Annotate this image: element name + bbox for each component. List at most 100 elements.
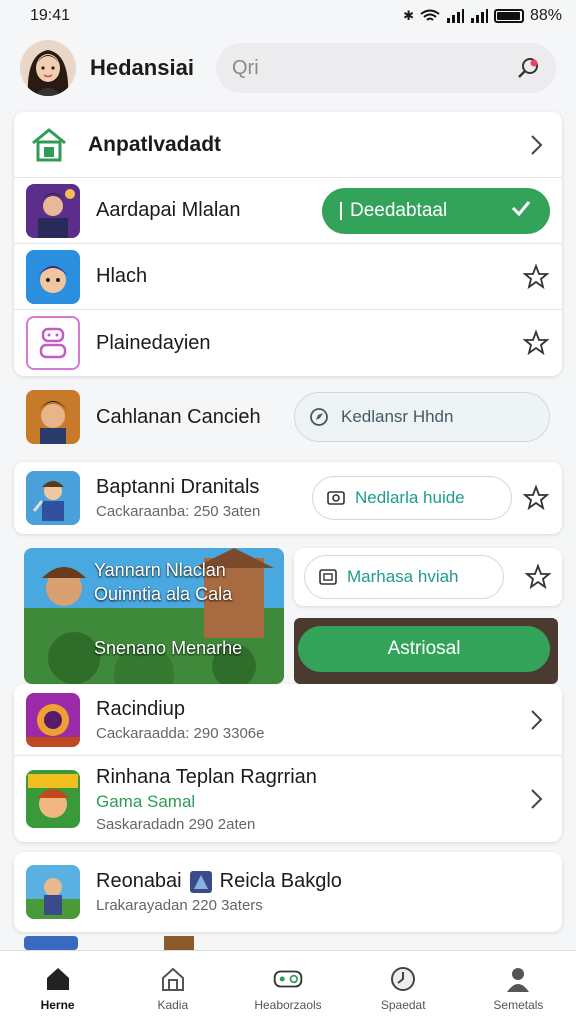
item-title: Racindiup <box>96 697 185 720</box>
banner-caption: Snenano Menarhe <box>94 638 243 658</box>
list-item-aardapai[interactable]: Aardapai Mlalan Deedabtaal <box>14 178 562 244</box>
battery-icon <box>493 9 524 23</box>
item-title: Baptanni Dranitals <box>96 476 260 498</box>
star-icon[interactable] <box>522 484 550 512</box>
star-icon[interactable] <box>522 329 550 357</box>
game-thumbnail <box>26 692 80 747</box>
item-title-2: Reicla Bakglo <box>219 870 342 892</box>
partial-list-item <box>24 936 194 950</box>
item-subtitle: Saskaradadn 290 2aten <box>96 815 256 833</box>
install-button[interactable]: Astriosal <box>298 626 550 672</box>
nav-label: Kadia <box>157 997 189 1012</box>
list-item-racindiup[interactable]: Racindiup Cackaraadda: 290 3306e <box>14 684 562 756</box>
download-button-label: Deedabtaal <box>350 199 448 221</box>
games-icon <box>273 964 303 994</box>
store-icon <box>158 964 188 994</box>
list-item-reonabai[interactable]: Reonabai Reicla Bakglo Lrakarayadan 220 … <box>14 852 562 932</box>
item-label: Plainedayien <box>96 331 211 354</box>
compass-icon <box>310 408 328 426</box>
item-tag: Gama Samal <box>96 791 196 811</box>
nav-semetals[interactable]: Semetals <box>461 951 576 1024</box>
bluetooth-icon: ✱ <box>403 8 414 23</box>
nav-label: Herne <box>40 997 75 1012</box>
section-card-main: Anpatlvadadt Aardapai Mlalan Deedabtaal … <box>14 112 562 376</box>
app-title: Hedansiai <box>90 55 194 80</box>
item-subtitle: Lrakarayadan 220 3aters <box>96 897 263 914</box>
download-button-label: Kedlansr Hhdn <box>341 407 454 426</box>
game-thumbnail <box>26 183 80 238</box>
status-icons: ✱ 88% <box>403 7 562 25</box>
item-subtitle: Cackaraanba: 250 3aten <box>96 503 261 520</box>
game-thumbnail <box>26 390 80 444</box>
nav-heaborzaols[interactable]: Heaborzaols <box>230 951 345 1024</box>
item-text: Baptanni Dranitals Cackaraanba: 250 3ate… <box>96 476 260 520</box>
banner-subtitle: Ouinntia ala Cala <box>94 584 233 604</box>
card-marhasa: Marhasa hviah <box>294 548 562 606</box>
bottom-navigation: Herne Kadia Heaborzaols Spaedat Semetals <box>0 950 576 1024</box>
nav-spaedat[interactable]: Spaedat <box>346 951 461 1024</box>
feature-banner[interactable]: Yannarn Nlaclan Ouinntia ala Cala Snenan… <box>24 548 284 684</box>
game-thumbnail <box>26 471 80 525</box>
check-icon <box>510 197 532 225</box>
avatar-image <box>20 40 76 96</box>
item-label: Hlach <box>96 265 148 287</box>
game-thumbnail <box>26 770 80 828</box>
battery-text: 88% <box>529 7 562 24</box>
list-item-rinhana[interactable]: Rinhana Teplan Ragrrian Gama Samal Saska… <box>14 756 562 842</box>
film-icon <box>319 569 337 585</box>
nav-label: Heaborzaols <box>254 997 322 1012</box>
signal-icon <box>446 9 464 23</box>
list-item-hlach[interactable]: Hlach <box>14 244 562 310</box>
banner-title: Yannarn Nlaclan <box>94 560 226 580</box>
signal-icon-2 <box>470 9 488 23</box>
item-text: Rinhana Teplan Ragrrian Gama Samal Saska… <box>96 766 317 833</box>
search-input[interactable]: Qri <box>232 57 514 80</box>
avatar[interactable] <box>20 40 76 96</box>
item-text: Racindiup Cackaraadda: 290 3306e <box>96 698 264 742</box>
game-thumbnail <box>26 249 80 304</box>
item-title: Reonabai <box>96 870 182 892</box>
item-label: Cahlanan Cancieh <box>96 405 261 428</box>
install-button-label: Astriosal <box>387 638 461 659</box>
item-label: Aardapai Mlalan <box>96 199 241 221</box>
chevron-right-icon[interactable] <box>522 785 550 813</box>
search-bar[interactable]: Qri <box>216 43 556 93</box>
nav-label: Spaedat <box>380 997 426 1012</box>
action-button-label: Nedlarla huide <box>355 488 465 507</box>
top-header: Hedansiai Qri <box>0 36 576 100</box>
section-header-row[interactable]: Anpatlvadadt <box>14 112 562 178</box>
chevron-right-icon[interactable] <box>522 706 550 734</box>
game-thumbnail <box>26 865 80 919</box>
list-item-plainedayien[interactable]: Plainedayien <box>14 310 562 376</box>
profile-icon <box>503 964 533 994</box>
download-button[interactable]: Kedlansr Hhdn <box>294 392 550 442</box>
nav-kadia[interactable]: Kadia <box>115 951 230 1024</box>
wifi-icon <box>420 9 440 21</box>
nav-label: Semetals <box>493 997 544 1012</box>
item-title: Rinhana Teplan Ragrrian <box>96 765 317 788</box>
install-strip: Astriosal <box>294 618 558 684</box>
list-item-cahlanan[interactable]: Cahlanan Cancieh Kedlansr Hhdn <box>14 386 562 448</box>
star-icon[interactable] <box>524 563 552 591</box>
item-title-row: Reonabai Reicla Bakglo <box>96 870 342 893</box>
action-row[interactable]: Marhasa hviah <box>294 548 562 606</box>
battery-fill <box>496 12 520 20</box>
search-icon[interactable] <box>514 54 542 82</box>
card-baptanni: Baptanni Dranitals Cackaraanba: 250 3ate… <box>14 462 562 534</box>
list-item-baptanni[interactable]: Baptanni Dranitals Cackaraanba: 250 3ate… <box>14 462 562 534</box>
star-icon[interactable] <box>522 262 550 291</box>
action-button[interactable]: Marhasa hviah <box>304 555 504 599</box>
status-time: 19:41 <box>30 7 71 24</box>
card-reonabai: Reonabai Reicla Bakglo Lrakarayadan 220 … <box>14 852 562 932</box>
list-card: Racindiup Cackaraadda: 290 3306e Rinhana… <box>14 684 562 842</box>
download-button[interactable]: Deedabtaal <box>322 187 550 234</box>
game-badge-icon <box>189 870 212 893</box>
gallery-icon <box>327 491 345 505</box>
clock-icon <box>388 964 418 994</box>
action-button[interactable]: Nedlarla huide <box>312 476 512 520</box>
section-header-label: Anpatlvadadt <box>88 132 222 156</box>
nav-home[interactable]: Herne <box>0 951 115 1024</box>
chevron-right-icon[interactable] <box>522 131 550 159</box>
action-button-label: Marhasa hviah <box>347 567 459 586</box>
item-subtitle: Cackaraadda: 290 3306e <box>96 724 265 742</box>
